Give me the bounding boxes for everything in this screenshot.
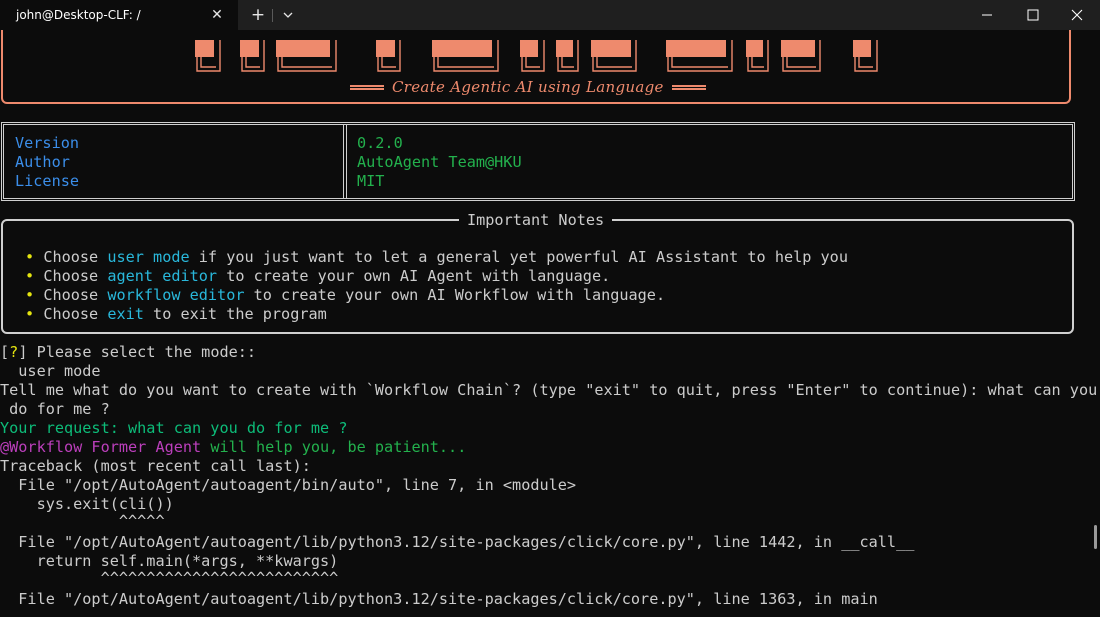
agent-name: @Workflow Former Agent xyxy=(0,438,202,456)
maximize-icon[interactable] xyxy=(1010,0,1056,30)
bullet-icon: • xyxy=(25,248,35,266)
minimize-icon[interactable] xyxy=(964,0,1010,30)
title-bar: john@Desktop-CLF: / ✕ + xyxy=(0,0,1100,30)
note-item: • Choose agent editor to create your own… xyxy=(25,267,610,286)
workflow-question-line-2: do for me ? xyxy=(0,400,110,418)
prompt-text: ] Please select the mode:: xyxy=(18,343,257,361)
chevron-down-icon[interactable] xyxy=(276,4,300,26)
info-value-license: MIT xyxy=(357,172,385,190)
note-text: Choose xyxy=(43,305,108,323)
info-value-version: 0.2.0 xyxy=(357,134,403,152)
traceback-line: ^^^^^ xyxy=(0,512,165,530)
note-item: • Choose exit to exit the program xyxy=(25,305,327,324)
note-text: to create your own AI Agent with languag… xyxy=(217,267,611,285)
bullet-icon: • xyxy=(25,286,35,304)
note-text: Choose xyxy=(43,267,108,285)
mode-prompt: [?] Please select the mode:: xyxy=(0,343,256,362)
traceback-line: ^^^^^^^^^^^^^^^^^^^^^^^^^^ xyxy=(0,569,339,587)
agent-message: will help you, be patient... xyxy=(201,438,467,456)
plus-icon[interactable]: + xyxy=(246,4,270,26)
note-text: to create your own AI Workflow with lang… xyxy=(244,286,666,304)
info-value-author: AutoAgent Team@HKU xyxy=(357,153,522,171)
info-key-author: Author xyxy=(15,153,70,171)
scrollbar-thumb[interactable] xyxy=(1094,525,1097,549)
info-key-license: License xyxy=(15,172,80,190)
note-item: • Choose workflow editor to create your … xyxy=(25,286,665,305)
traceback-line: File "/opt/AutoAgent/autoagent/lib/pytho… xyxy=(0,533,915,551)
note-text: Choose xyxy=(43,248,108,266)
prompt-bracket: [ xyxy=(0,343,10,361)
selected-mode: user mode xyxy=(0,362,101,380)
note-text: to exit the program xyxy=(143,305,327,323)
bullet-icon: • xyxy=(25,305,35,323)
note-highlight: workflow editor xyxy=(107,286,245,304)
info-table-divider xyxy=(343,125,347,198)
traceback-line: Traceback (most recent call last): xyxy=(0,457,311,475)
banner-subtitle-text: Create Agentic AI using Language xyxy=(392,78,664,96)
close-icon[interactable] xyxy=(1054,0,1100,30)
note-text: Choose xyxy=(43,286,108,304)
note-highlight: exit xyxy=(107,305,144,323)
subtitle-rule-left xyxy=(350,84,384,90)
workflow-question-line-1: Tell me what do you want to create with … xyxy=(0,381,1098,399)
question-mark-icon: ? xyxy=(9,343,19,361)
tab-title: john@Desktop-CLF: / xyxy=(16,8,141,22)
traceback-line: File "/opt/AutoAgent/autoagent/bin/auto"… xyxy=(0,476,577,494)
terminal-tab[interactable]: john@Desktop-CLF: / ✕ xyxy=(0,0,238,30)
terminal-output[interactable]: Create Agentic AI using Language Version… xyxy=(0,30,1100,617)
close-icon[interactable]: ✕ xyxy=(206,4,228,26)
info-key-version: Version xyxy=(15,134,80,152)
bullet-icon: • xyxy=(25,267,35,285)
info-table xyxy=(1,122,1075,201)
subtitle-rule-right xyxy=(671,84,706,90)
agent-status: @Workflow Former Agent will help you, be… xyxy=(0,438,466,457)
banner-logo-art xyxy=(195,40,878,72)
note-highlight: agent editor xyxy=(107,267,218,285)
note-text: if you just want to let a general yet po… xyxy=(189,248,848,266)
note-highlight: user mode xyxy=(107,248,190,266)
tab-separator xyxy=(272,9,273,22)
banner-subtitle: Create Agentic AI using Language xyxy=(350,77,706,97)
traceback-line: File "/opt/AutoAgent/autoagent/lib/pytho… xyxy=(0,590,878,608)
user-request: Your request: what can you do for me ? xyxy=(0,419,348,437)
note-item: • Choose user mode if you just want to l… xyxy=(25,248,848,267)
important-notes-title: Important Notes xyxy=(459,210,613,230)
